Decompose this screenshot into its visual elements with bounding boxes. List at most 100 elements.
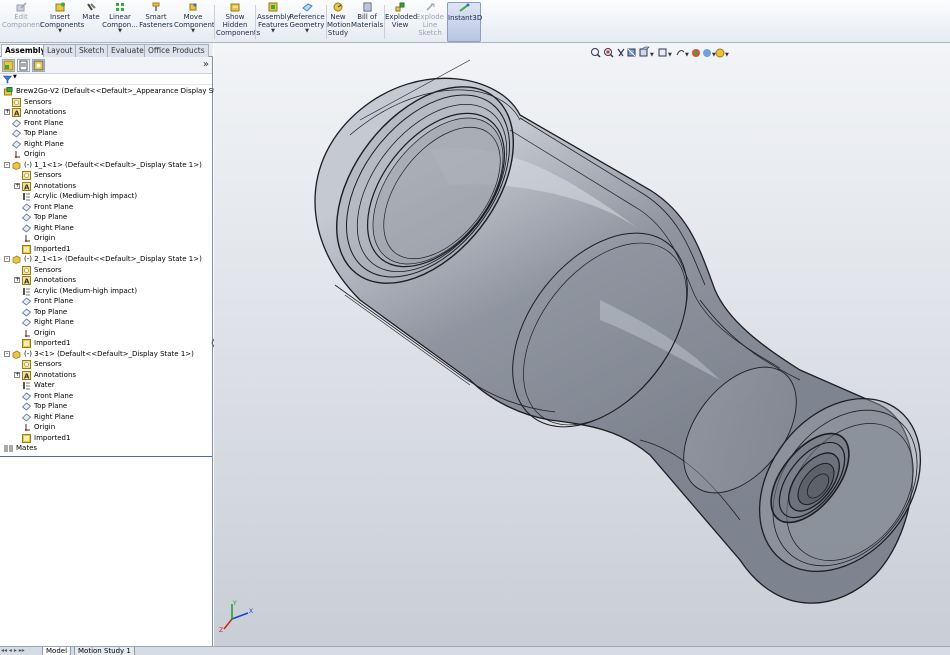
tree-item[interactable]: Right Plane: [0, 317, 212, 328]
tree-item[interactable]: Top Plane: [0, 401, 212, 412]
tree-item[interactable]: Imported1: [0, 433, 212, 444]
tree-item[interactable]: Sensors: [0, 359, 212, 370]
exploded-view-button[interactable]: Exploded View: [385, 2, 417, 42]
show-hidden-components-button[interactable]: Show Hidden Components: [216, 2, 260, 42]
mates-icon: [4, 445, 13, 452]
tree-item[interactable]: Top Plane: [0, 307, 212, 318]
reference-geometry-button[interactable]: Reference Geometry ▼: [289, 2, 325, 42]
tab-evaluate[interactable]: Evaluate: [107, 44, 148, 57]
tree-item[interactable]: Acrylic (Medium-high impact): [0, 286, 212, 297]
tree-item[interactable]: Right Plane: [0, 223, 212, 234]
tab-motion-study-1[interactable]: Motion Study 1: [74, 647, 135, 655]
collapse-icon[interactable]: -: [4, 350, 10, 357]
new-motion-study-button[interactable]: New Motion Study: [327, 2, 351, 42]
origin-icon: [24, 235, 30, 243]
filter-icon: [3, 75, 12, 84]
edit-component-button[interactable]: Edit Component: [2, 2, 43, 42]
move-component-icon: [189, 3, 196, 11]
plane-icon: [22, 307, 31, 317]
tree-item[interactable]: Origin: [0, 149, 212, 160]
collapse-pane-icon[interactable]: »: [203, 59, 209, 70]
triad-x-label: X: [249, 608, 253, 615]
tree-item[interactable]: Front Plane: [0, 202, 212, 213]
tree-item[interactable]: Sensors: [0, 265, 212, 276]
tree-item[interactable]: - (-) 3<1> (Default<<Default>_Display Sta…: [0, 349, 212, 360]
show-hidden-components-icon: [230, 3, 239, 12]
expand-icon[interactable]: +: [14, 182, 20, 189]
property-manager-tab[interactable]: [17, 59, 30, 72]
mate-button[interactable]: Mate: [81, 2, 101, 42]
tree-item-label: Front Plane: [34, 297, 74, 305]
feature-manager-tab[interactable]: [2, 59, 15, 72]
svg-text:A: A: [14, 110, 20, 118]
command-manager: Edit Component Insert Components ▼ Mate …: [0, 0, 950, 43]
tree-item-label: (-) 1_1<1> (Default<<Default>_Display St…: [24, 160, 202, 169]
linear-component-pattern-button[interactable]: Linear Compon... ▼: [102, 2, 138, 42]
tree-item[interactable]: Mates: [0, 443, 212, 454]
move-component-label: Move Component: [174, 13, 215, 29]
tree-item[interactable]: - (-) 1_1<1> (Default<<Default>_Display S…: [0, 160, 212, 171]
tree-item[interactable]: + A Annotations: [0, 181, 212, 192]
graphics-area[interactable]: ▼ ▼ ▼ ▼ ▼ X Y Z: [214, 43, 950, 646]
collapse-icon[interactable]: -: [4, 256, 10, 262]
tree-item-label: Right Plane: [34, 318, 74, 326]
tree-item[interactable]: Front Plane: [0, 118, 212, 129]
tree-item[interactable]: Water: [0, 380, 212, 391]
tree-item[interactable]: Front Plane: [0, 296, 212, 307]
configuration-icon: [33, 60, 44, 71]
svg-text:A: A: [24, 372, 30, 380]
tab-scroll-arrows[interactable]: ◂◂ ◂ ▸ ▸▸: [1, 647, 39, 655]
expand-icon[interactable]: +: [14, 277, 20, 283]
tab-office-products[interactable]: Office Products: [144, 44, 209, 57]
tree-item[interactable]: + A Annotations: [0, 370, 212, 381]
explode-line-sketch-icon: [425, 3, 434, 11]
tree-filter[interactable]: ▼: [0, 74, 212, 85]
insert-components-button[interactable]: Insert Components ▼: [40, 2, 84, 42]
collapse-icon[interactable]: -: [4, 161, 10, 168]
tree-item[interactable]: - (-) 2_1<1> (Default<<Default>_Display S…: [0, 254, 212, 265]
tree-item[interactable]: Right Plane: [0, 412, 212, 423]
property-icon: [19, 60, 28, 71]
tree-item[interactable]: + A Annotations: [0, 107, 212, 118]
dropdown-arrow-icon: ▼: [271, 28, 275, 34]
tree-item[interactable]: Origin: [0, 233, 212, 244]
assembly-features-button[interactable]: Assembly Features ▼: [257, 2, 291, 42]
plane-icon: [22, 391, 31, 401]
tree-item[interactable]: Front Plane: [0, 391, 212, 402]
tree-item[interactable]: Sensors: [0, 97, 212, 108]
tree-item[interactable]: Imported1: [0, 338, 212, 349]
annotations-icon: A: [12, 108, 21, 117]
toolbar-separator: [214, 5, 215, 39]
tree-item[interactable]: Brew2Go-V2 (Default<<Default>_Appearance…: [0, 86, 236, 97]
tree-item[interactable]: Top Plane: [0, 212, 212, 223]
tree-item[interactable]: Origin: [0, 422, 212, 433]
tab-model[interactable]: Model: [42, 647, 72, 655]
part-icon: [12, 255, 21, 264]
tab-layout[interactable]: Layout: [43, 44, 77, 57]
bill-of-materials-button[interactable]: Bill of Materials: [351, 2, 383, 42]
expand-icon[interactable]: +: [4, 109, 10, 115]
instant3d-button[interactable]: Instant3D: [447, 2, 482, 42]
model-viewport[interactable]: [214, 43, 950, 646]
tree-item-label: Acrylic (Medium-high impact): [34, 286, 138, 295]
tree-item[interactable]: + A Annotations: [0, 275, 212, 286]
tree-item[interactable]: Imported1: [0, 244, 212, 255]
bottle-model[interactable]: [301, 54, 950, 604]
plane-icon: [12, 118, 21, 128]
tree-item[interactable]: Sensors: [0, 170, 212, 181]
triad-y-label: Y: [232, 600, 237, 607]
tab-sketch[interactable]: Sketch: [75, 44, 109, 57]
imported-icon: [22, 244, 31, 254]
instant3d-icon: [458, 3, 469, 12]
explode-line-sketch-button[interactable]: Explode Line Sketch: [416, 2, 444, 42]
tree-item[interactable]: Right Plane: [0, 139, 212, 150]
edit-component-icon: [16, 2, 27, 12]
expand-icon[interactable]: +: [14, 371, 20, 378]
tree-item[interactable]: Acrylic (Medium-high impact): [0, 191, 212, 202]
tree-item-label: Sensors: [34, 171, 62, 179]
configuration-manager-tab[interactable]: [32, 59, 45, 72]
tree-item[interactable]: Top Plane: [0, 128, 212, 139]
move-component-button[interactable]: Move Component ▼: [174, 2, 215, 42]
smart-fasteners-button[interactable]: Smart Fasteners: [139, 2, 173, 42]
tree-item[interactable]: Origin: [0, 328, 212, 339]
